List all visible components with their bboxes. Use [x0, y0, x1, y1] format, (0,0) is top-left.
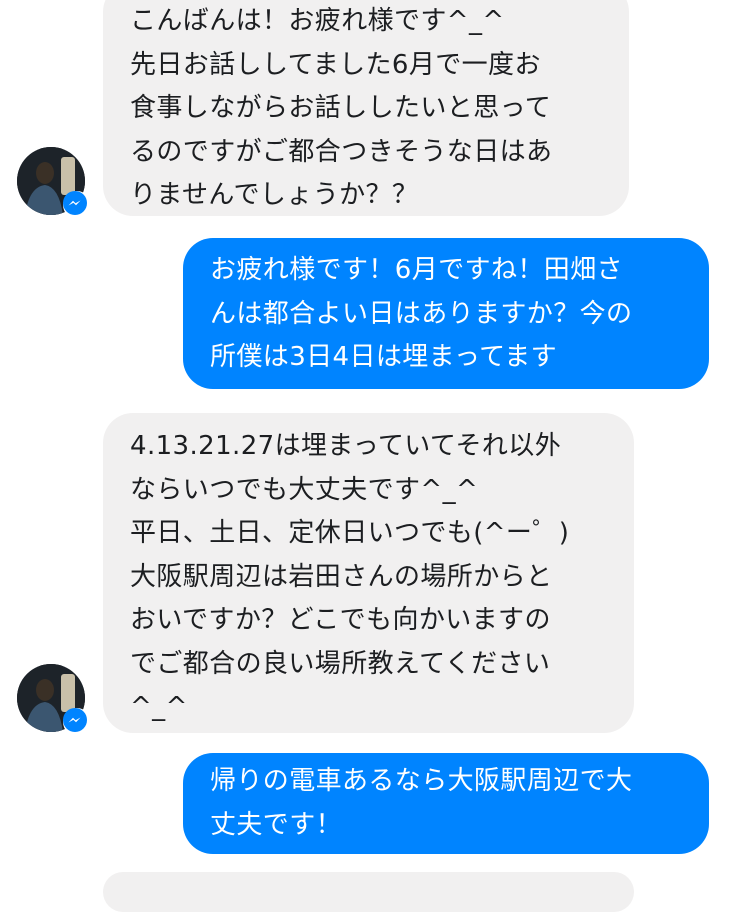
message-text-line: ならいつでも大丈夫です^_^	[130, 474, 479, 505]
message-text-line: ^_^	[130, 692, 188, 722]
incoming-message-bubble[interactable]: こんばんは！お疲れ様です^_^ 先日お話ししてました6月で一度お 食事しながらお…	[103, 0, 629, 216]
message-text-line: 丈夫です！	[210, 809, 343, 840]
message-text-line: 食事しながらお話ししたいと思って	[130, 93, 552, 123]
messenger-badge	[63, 191, 91, 219]
messenger-badge	[63, 708, 91, 736]
message-text-line: でご都合の良い場所教えてください	[130, 648, 551, 679]
message-text-line: んは都合よい日はありますか？今の	[210, 298, 633, 329]
contact-avatar[interactable]	[17, 147, 91, 219]
message-text-line: るのですがご都合つきそうな日はあ	[130, 136, 553, 167]
message-text-line: 平日、土日、定休日いつでも(^ー゜)	[130, 518, 570, 548]
contact-avatar[interactable]	[17, 664, 91, 736]
incoming-message-bubble[interactable]	[103, 872, 634, 912]
message-text-line: おいですか？どこでも向かいますの	[130, 605, 551, 635]
message-text-line: 先日お話ししてました6月で一度お	[130, 49, 541, 80]
message-text-line: お疲れ様です！6月ですね！田畑さ	[210, 255, 623, 285]
message-text-line: 所僕は3日4日は埋まってます	[210, 342, 558, 372]
message-text-line: 大阪駅周辺は岩田さんの場所からと	[130, 561, 553, 592]
message-text-line: 帰りの電車あるなら大阪駅周辺で大	[210, 766, 633, 796]
message-text-line: りませんでしょうか？？	[130, 180, 419, 210]
message-text-line: こんばんは！お疲れ様です^_^	[130, 6, 505, 36]
message-text-line: 4.13.21.27は埋まっていてそれ以外	[130, 431, 562, 461]
outgoing-message-bubble[interactable]: お疲れ様です！6月ですね！田畑さ んは都合よい日はありますか？今の 所僕は3日4…	[183, 238, 709, 389]
incoming-message-bubble[interactable]: 4.13.21.27は埋まっていてそれ以外 ならいつでも大丈夫です^_^ 平日、…	[103, 413, 634, 733]
messenger-icon	[63, 191, 87, 215]
outgoing-message-bubble[interactable]: 帰りの電車あるなら大阪駅周辺で大 丈夫です！	[183, 753, 709, 854]
messenger-icon	[63, 708, 87, 732]
